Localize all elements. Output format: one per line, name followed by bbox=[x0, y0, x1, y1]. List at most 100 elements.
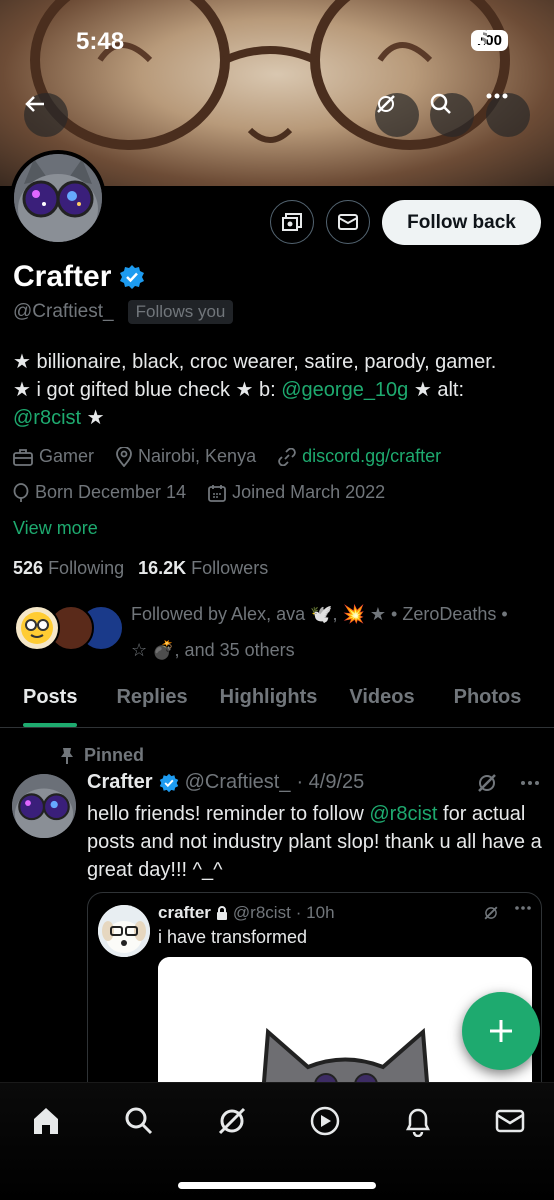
followed-by-line-1: Followed by Alex, ava 🕊️, 💥 ★ • ZeroDeat… bbox=[131, 604, 508, 624]
grok-icon[interactable] bbox=[483, 905, 499, 921]
post-text: hello friends! reminder to follow @r8cis… bbox=[87, 800, 547, 884]
nav-home[interactable] bbox=[26, 1101, 66, 1141]
follow-back-button[interactable]: Follow back bbox=[382, 200, 541, 245]
tab-replies[interactable]: Replies bbox=[116, 672, 187, 727]
back-arrow-icon bbox=[25, 96, 44, 112]
profile-name: Crafter bbox=[13, 260, 112, 293]
profile-meta-row-1: Gamer Nairobi, Kenya discord.gg/crafter bbox=[13, 446, 441, 467]
pinned-label: Pinned bbox=[84, 745, 145, 765]
more-icon bbox=[486, 93, 508, 99]
status-time: 5:48 bbox=[76, 28, 125, 55]
following-count: 526 bbox=[13, 558, 44, 578]
bio-line-1: ★ billionaire, black, croc wearer, satir… bbox=[13, 351, 497, 373]
location-label: Nairobi, Kenya bbox=[138, 446, 257, 466]
nav-messages[interactable] bbox=[490, 1101, 530, 1141]
bio-line-2-text: ★ i got gifted blue check ★ b: bbox=[13, 379, 282, 401]
profile-tabs: Posts Replies Highlights Videos Photos bbox=[0, 672, 554, 728]
birthday-label: Born December 14 bbox=[35, 482, 187, 502]
nerd-face-icon bbox=[21, 612, 53, 644]
followers-count: 16.2K bbox=[138, 558, 187, 578]
post-avatar[interactable] bbox=[12, 774, 76, 838]
grok-icon[interactable] bbox=[476, 772, 498, 794]
back-button[interactable] bbox=[24, 93, 68, 137]
quoted-author-name: crafter bbox=[158, 903, 211, 922]
category-item: Gamer bbox=[13, 446, 94, 467]
bio-mention-george[interactable]: @george_10g bbox=[281, 379, 408, 401]
website-item[interactable]: discord.gg/crafter bbox=[278, 446, 441, 467]
message-button[interactable] bbox=[326, 200, 370, 244]
followers-label: Followers bbox=[191, 558, 269, 578]
quoted-text: i have transformed bbox=[158, 927, 308, 947]
grok-button[interactable] bbox=[375, 93, 419, 137]
quoted-actions bbox=[483, 905, 531, 921]
profile-handle: @Craftiest_ bbox=[13, 301, 114, 322]
joined-label: Joined March 2022 bbox=[232, 482, 386, 502]
compose-button[interactable] bbox=[462, 992, 540, 1070]
verified-badge-icon[interactable] bbox=[119, 264, 145, 290]
joined-item: Joined March 2022 bbox=[208, 482, 385, 503]
profile-avatar[interactable] bbox=[10, 150, 106, 246]
subscribe-button[interactable] bbox=[270, 200, 314, 244]
tab-videos[interactable]: Videos bbox=[349, 672, 414, 727]
followed-by-line-2: ☆ 💣, and 35 others bbox=[131, 640, 295, 660]
notifications-icon bbox=[405, 1108, 431, 1137]
home-icon bbox=[34, 1108, 58, 1134]
post-author-handle: @Craftiest_ bbox=[184, 771, 291, 793]
tab-highlights[interactable]: Highlights bbox=[220, 672, 318, 727]
following-stat[interactable]: 526 Following bbox=[13, 558, 124, 579]
video-icon bbox=[310, 1106, 340, 1136]
wifi-icon bbox=[471, 30, 493, 46]
location-pin-icon bbox=[116, 446, 132, 467]
post-mention-link[interactable]: @r8cist bbox=[369, 803, 437, 825]
avatar-image bbox=[14, 154, 102, 242]
calendar-icon bbox=[208, 484, 226, 502]
nav-video[interactable] bbox=[305, 1101, 345, 1141]
briefcase-icon bbox=[13, 448, 33, 466]
pin-icon bbox=[61, 747, 73, 764]
bio-line-2: ★ i got gifted blue check ★ b: @george_1… bbox=[13, 376, 543, 404]
status-icons: 100 bbox=[470, 30, 508, 51]
gallery-icon bbox=[282, 213, 302, 231]
follows-you-badge: Follows you bbox=[127, 300, 234, 324]
quoted-time: · 10h bbox=[295, 903, 335, 922]
follow-counts: 526 Following 16.2K Followers bbox=[13, 558, 268, 579]
tab-photos[interactable]: Photos bbox=[454, 672, 522, 727]
quoted-author-handle: @r8cist bbox=[232, 903, 291, 922]
balloon-icon bbox=[13, 482, 29, 502]
home-indicator bbox=[178, 1182, 376, 1189]
bio-mention-r8cist[interactable]: @r8cist bbox=[13, 407, 81, 429]
envelope-icon bbox=[338, 214, 358, 230]
post-date: · 4/9/25 bbox=[296, 771, 365, 793]
post-text-start: hello friends! reminder to follow bbox=[87, 803, 370, 825]
more-button[interactable] bbox=[486, 93, 530, 137]
location-item: Nairobi, Kenya bbox=[116, 446, 256, 467]
post-verified-icon bbox=[159, 773, 178, 792]
search-button[interactable] bbox=[430, 93, 474, 137]
post-author-name[interactable]: Crafter bbox=[87, 771, 153, 794]
following-label: Following bbox=[48, 558, 125, 578]
handle-row: @Craftiest_ Follows you bbox=[13, 300, 234, 324]
website-link[interactable]: discord.gg/crafter bbox=[302, 446, 441, 467]
nav-grok[interactable] bbox=[212, 1101, 252, 1141]
post-avatar-image bbox=[12, 774, 76, 838]
category-label: Gamer bbox=[39, 446, 95, 466]
post-actions bbox=[476, 772, 540, 794]
profile-bio: ★ billionaire, black, croc wearer, satir… bbox=[13, 348, 543, 432]
plus-icon bbox=[490, 1020, 512, 1042]
quoted-header: crafter @r8cist · 10h bbox=[158, 903, 335, 923]
bio-line-2-tail: ★ alt: bbox=[408, 379, 465, 401]
post-more-icon[interactable] bbox=[520, 780, 540, 786]
tab-posts[interactable]: Posts bbox=[23, 672, 78, 727]
followed-by-avatars[interactable] bbox=[14, 605, 124, 653]
followed-by-text[interactable]: Followed by Alex, ava 🕊️, 💥 ★ • ZeroDeat… bbox=[131, 596, 546, 668]
bio-line-3: @r8cist ★ bbox=[13, 404, 543, 432]
nav-search[interactable] bbox=[119, 1101, 159, 1141]
lock-icon bbox=[216, 906, 227, 920]
follower-avatar-1 bbox=[14, 605, 60, 651]
followers-stat[interactable]: 16.2K Followers bbox=[138, 558, 268, 579]
nav-notifications[interactable] bbox=[398, 1101, 438, 1141]
quoted-more-icon[interactable] bbox=[515, 905, 531, 911]
dog-avatar-image bbox=[98, 905, 150, 957]
view-more-link[interactable]: View more bbox=[13, 518, 98, 539]
pinned-indicator: Pinned bbox=[60, 745, 144, 766]
